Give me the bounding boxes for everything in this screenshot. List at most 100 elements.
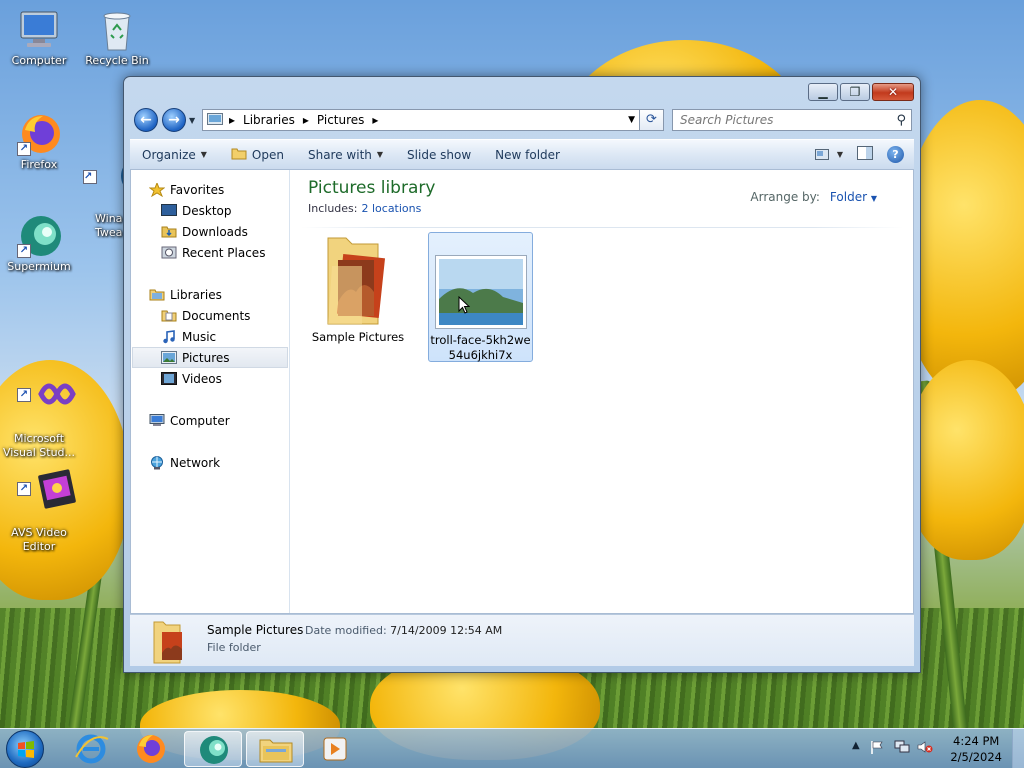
- file-item-sample-pictures[interactable]: Sample Pictures: [306, 232, 410, 362]
- clock[interactable]: 4:24 PM 2/5/2024: [950, 733, 1002, 765]
- nav-pictures[interactable]: Pictures: [132, 347, 288, 368]
- libraries-icon: [149, 288, 165, 302]
- open-button[interactable]: Open: [219, 140, 296, 169]
- change-view-button[interactable]: ▼: [814, 149, 843, 160]
- show-desktop-button[interactable]: [1012, 729, 1024, 768]
- desktop-icon-recycle-bin[interactable]: Recycle Bin: [79, 8, 155, 68]
- forward-button[interactable]: →: [162, 108, 186, 132]
- show-hidden-icons-button[interactable]: ▲: [852, 740, 860, 751]
- slide-show-label: Slide show: [407, 147, 472, 162]
- refresh-button[interactable]: ⟳: [640, 109, 664, 131]
- nav-computer[interactable]: Computer: [149, 410, 289, 431]
- chevron-down-icon: ▼: [189, 116, 196, 125]
- help-button[interactable]: ?: [887, 146, 904, 163]
- desktop-icon-firefox[interactable]: ↗ Firefox: [1, 112, 77, 172]
- nav-label: Favorites: [170, 182, 225, 197]
- recent-pages-dropdown[interactable]: ▼: [189, 116, 195, 125]
- slide-show-button[interactable]: Slide show: [395, 140, 483, 169]
- refresh-icon: ⟳: [646, 112, 657, 127]
- library-title: Pictures library: [308, 178, 436, 198]
- search-input[interactable]: Search Pictures ⚲: [672, 109, 912, 131]
- breadcrumb-separator-icon[interactable]: ▸: [372, 113, 378, 127]
- locations-link[interactable]: 2 locations: [361, 202, 421, 215]
- arrange-value: Folder: [829, 190, 868, 204]
- breadcrumb-separator-icon[interactable]: ▸: [303, 113, 309, 127]
- shortcut-arrow-icon: ↗: [17, 388, 31, 402]
- nav-label: Pictures: [182, 350, 230, 365]
- desktop-icon-winaero[interactable]: ↗ Wina Twea: [79, 112, 123, 254]
- organize-label: Organize: [142, 147, 196, 162]
- nav-music[interactable]: Music: [161, 326, 289, 347]
- breadcrumb-pictures[interactable]: Pictures: [317, 113, 365, 127]
- breadcrumb-separator-icon[interactable]: ▸: [229, 113, 235, 127]
- supermium-icon: ↗: [15, 214, 63, 258]
- details-pane: Sample Pictures Date modified: 7/14/2009…: [130, 614, 914, 666]
- share-with-button[interactable]: Share with ▼: [296, 140, 395, 169]
- minimize-icon: ▁: [818, 85, 828, 99]
- desktop-icon: [161, 203, 177, 218]
- close-button[interactable]: ✕: [872, 83, 914, 101]
- shortcut-arrow-icon: ↗: [83, 170, 97, 184]
- preview-pane-button[interactable]: [857, 146, 873, 163]
- firefox-icon: ↗: [15, 112, 63, 156]
- avs-video-editor-icon: ↗: [15, 452, 76, 509]
- computer-icon: [149, 413, 165, 428]
- new-folder-button[interactable]: New folder: [483, 140, 572, 169]
- windows-explorer-icon: [259, 739, 293, 763]
- volume-muted-icon[interactable]: [917, 740, 933, 757]
- downloads-folder-icon: [161, 225, 177, 239]
- start-button[interactable]: [6, 730, 44, 768]
- nav-label: Recent Places: [182, 245, 266, 260]
- chevron-down-icon: ▼: [836, 150, 843, 159]
- close-icon: ✕: [887, 85, 899, 99]
- nav-network[interactable]: Network: [149, 452, 289, 473]
- network-status-icon[interactable]: [894, 740, 910, 757]
- minimize-button[interactable]: ▁: [808, 83, 838, 101]
- maximize-button[interactable]: ❐: [840, 83, 870, 101]
- address-history-dropdown[interactable]: ▼: [628, 115, 635, 125]
- shortcut-arrow-icon: ↗: [17, 482, 31, 496]
- back-button[interactable]: ←: [134, 108, 158, 132]
- address-bar[interactable]: ▸ Libraries ▸ Pictures ▸ ▼: [202, 109, 640, 131]
- taskbar-supermium[interactable]: [184, 731, 242, 767]
- nav-videos[interactable]: Videos: [161, 368, 289, 389]
- desktop-icon-computer[interactable]: Computer: [1, 8, 77, 68]
- nav-favorites[interactable]: Favorites: [148, 179, 289, 200]
- caption-buttons: ▁ ❐ ✕: [808, 83, 914, 101]
- taskbar-firefox[interactable]: [122, 731, 180, 767]
- forward-arrow-icon: →: [168, 112, 180, 128]
- desktop-icon-label: Computer: [11, 54, 67, 67]
- taskbar-windows-explorer[interactable]: [246, 731, 304, 767]
- file-list-pane[interactable]: Pictures library Includes: 2 locations Ar…: [291, 170, 913, 613]
- navigation-pane[interactable]: Favorites Desktop Downloads Recent Place…: [131, 170, 290, 613]
- library-pictures-icon: [207, 112, 223, 128]
- wallpaper-tulip: [905, 360, 1024, 560]
- nav-desktop[interactable]: Desktop: [161, 200, 289, 221]
- back-arrow-icon: ←: [140, 112, 152, 128]
- file-item-label-line2: 54u6jkhi7x: [448, 348, 513, 362]
- view-icon: [814, 149, 829, 160]
- desktop-icon-avs-video-editor[interactable]: ↗ AVS Video Editor: [1, 424, 77, 568]
- media-player-icon: [323, 737, 347, 761]
- organize-button[interactable]: Organize ▼: [130, 140, 219, 169]
- file-item-troll-face[interactable]: troll-face-5kh2we 54u6jkhi7x: [428, 232, 533, 362]
- nav-documents[interactable]: Documents: [161, 305, 289, 326]
- details-folder-icon: [150, 619, 190, 668]
- nav-libraries[interactable]: Libraries: [149, 284, 289, 305]
- nav-downloads[interactable]: Downloads: [161, 221, 289, 242]
- header-divider: [301, 227, 903, 228]
- arrange-by: Arrange by: Folder ▼: [750, 190, 877, 204]
- system-tray: ▲ 4:24 PM 2/5/2024: [844, 729, 1024, 768]
- search-icon[interactable]: ⚲: [896, 111, 906, 131]
- taskbar-internet-explorer[interactable]: [62, 731, 120, 767]
- taskbar: ▲ 4:24 PM 2/5/2024: [0, 728, 1024, 768]
- nav-recent-places[interactable]: Recent Places: [161, 242, 289, 263]
- explorer-window[interactable]: ▁ ❐ ✕ ← → ▼ ▸ Libraries ▸ Pictures ▸ ▼ ⟳…: [123, 76, 921, 673]
- action-center-flag-icon[interactable]: [870, 740, 884, 757]
- desktop-icon-supermium[interactable]: ↗ Supermium: [1, 214, 77, 274]
- open-folder-icon: [231, 147, 247, 163]
- arrange-by-dropdown[interactable]: Folder ▼: [830, 190, 877, 204]
- internet-explorer-icon: [75, 734, 109, 764]
- taskbar-media-player[interactable]: [306, 731, 364, 767]
- breadcrumb-libraries[interactable]: Libraries: [243, 113, 295, 127]
